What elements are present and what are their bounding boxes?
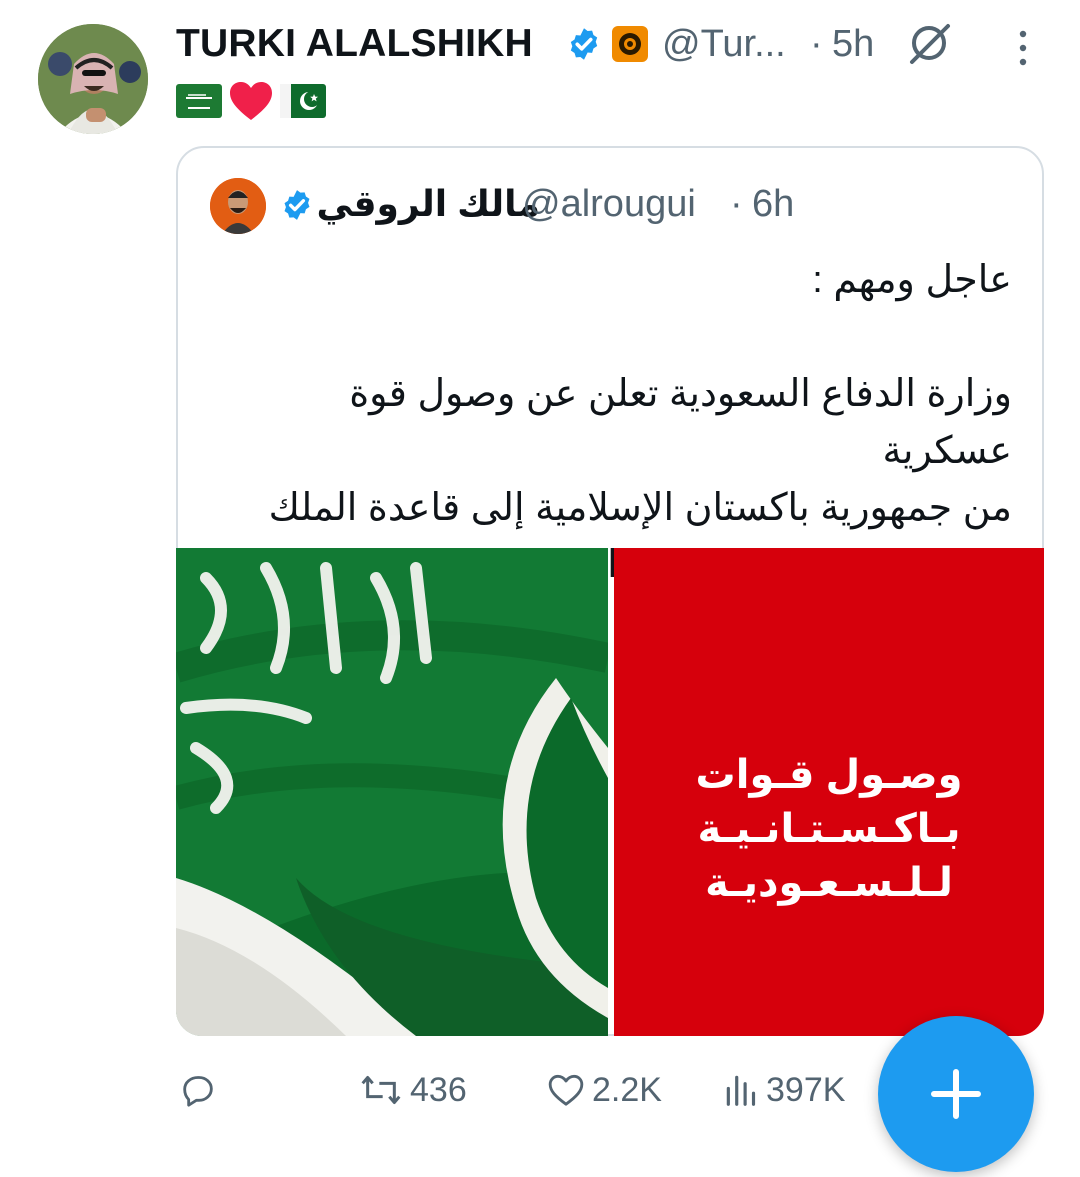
- like-count: 2.2K: [592, 1070, 662, 1109]
- media-caption-line-1: وصـول قـوات بـاكـسـتـانـيـة: [695, 753, 963, 851]
- pakistan-flag-icon: [280, 84, 326, 118]
- quoted-timestamp[interactable]: 6h: [752, 180, 794, 228]
- repost-button[interactable]: 436: [358, 1066, 467, 1114]
- repost-count: 436: [410, 1070, 467, 1109]
- quoted-verified-badge-icon: [280, 188, 314, 227]
- grok-icon[interactable]: [904, 18, 954, 68]
- verified-badge-icon: [566, 26, 602, 67]
- reply-icon: [183, 1076, 213, 1107]
- views-icon: [726, 1075, 756, 1106]
- media-image-headline[interactable]: وصـول قـوات بـاكـسـتـانـيـة لـلـسـعـوديـ…: [614, 548, 1044, 1036]
- views-count: 397K: [766, 1070, 846, 1109]
- quoted-text-line-1: عاجل ومهم :: [812, 259, 1012, 301]
- post-timestamp[interactable]: 5h: [832, 20, 874, 68]
- quoted-separator-dot: ·: [730, 183, 743, 225]
- saudi-flag-icon: [176, 84, 222, 118]
- compose-plus-icon: [931, 1069, 981, 1119]
- heart-icon: [230, 82, 272, 120]
- quoted-author-handle[interactable]: @alrougui: [522, 180, 696, 228]
- author-avatar[interactable]: [38, 24, 148, 134]
- repost-icon: [361, 1076, 401, 1104]
- views-button[interactable]: 397K: [722, 1066, 845, 1114]
- author-name[interactable]: TURKI ALALSHIKH: [176, 20, 533, 68]
- like-icon: [548, 1074, 584, 1106]
- brand-logo-icon: [612, 26, 648, 62]
- post-text-emojis: [176, 78, 326, 124]
- separator-dot: ·: [810, 23, 823, 65]
- quoted-author-avatar[interactable]: [210, 178, 266, 234]
- media-caption-line-2: لـلـسـعـوديـة: [705, 861, 953, 905]
- author-handle[interactable]: @Tur...: [662, 20, 786, 68]
- compose-button[interactable]: [878, 1016, 1034, 1172]
- quoted-text-line-3: من جمهورية باكستان الإسلامية إلى قاعدة ا…: [268, 487, 1012, 529]
- quoted-author-name[interactable]: مالك الروقي: [317, 180, 540, 228]
- like-button[interactable]: 2.2K: [546, 1066, 662, 1114]
- reply-button[interactable]: [178, 1066, 218, 1114]
- quoted-text-line-2: وزارة الدفاع السعودية تعلن عن وصول قوة ع…: [349, 373, 1012, 472]
- more-options-icon[interactable]: [1012, 28, 1034, 68]
- media-image-flags[interactable]: [176, 548, 608, 1036]
